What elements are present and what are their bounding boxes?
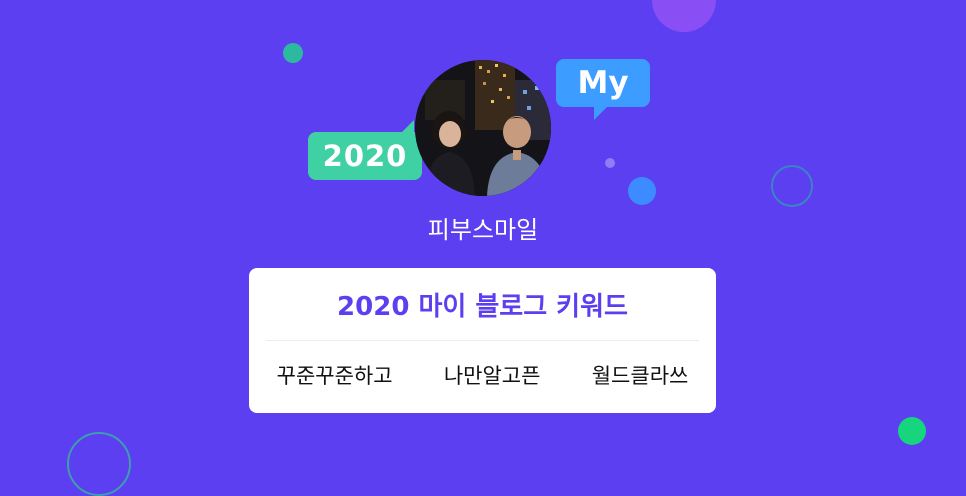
decor-dot-blue: [628, 177, 656, 205]
keyword-card: 2020 마이 블로그 키워드 꾸준꾸준하고 나만알고픈 월드클라쓰: [249, 268, 716, 413]
keyword-list: 꾸준꾸준하고 나만알고픈 월드클라쓰: [249, 360, 716, 390]
keyword-item: 나만알고픈: [443, 364, 541, 388]
decor-dot-green: [898, 417, 926, 445]
card-title: 2020 마이 블로그 키워드: [337, 292, 628, 322]
keyword-item: 꾸준꾸준하고: [276, 364, 393, 388]
decor-circle-top: [652, 0, 716, 32]
decor-dot-small: [605, 158, 615, 168]
decor-dot-teal: [283, 43, 303, 63]
avatar-photo: [415, 60, 551, 196]
avatar: [415, 60, 551, 196]
profile-name: 피부스마일: [427, 216, 539, 244]
decor-ring-right: [771, 165, 813, 207]
year-badge: 2020: [308, 120, 422, 180]
card-divider: [266, 340, 699, 341]
keyword-item: 월드클라쓰: [591, 364, 689, 388]
decor-ring-bottom-left: [67, 432, 131, 496]
my-badge: My: [556, 59, 650, 120]
